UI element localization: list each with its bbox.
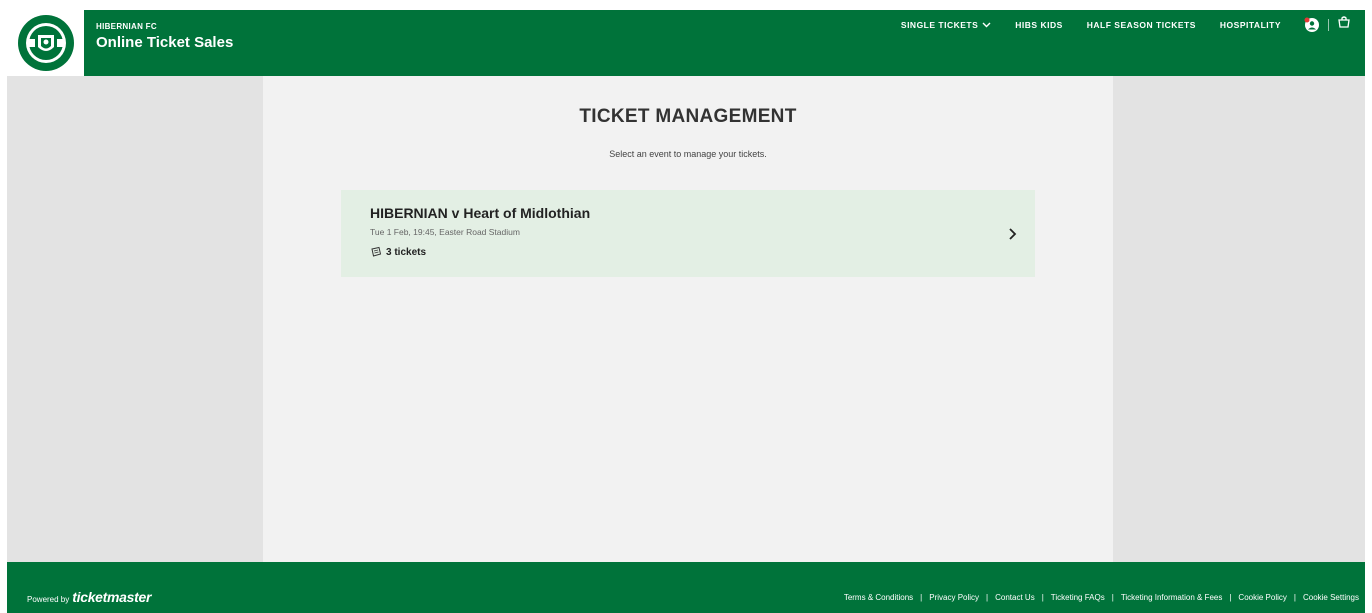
footer-links: Terms & Conditions | Privacy Policy | Co…: [844, 593, 1359, 602]
chevron-right-icon[interactable]: [1008, 227, 1017, 246]
footer-separator: |: [1229, 593, 1232, 602]
basket-icon[interactable]: [1337, 15, 1351, 34]
nav-hibs-kids[interactable]: HIBS KIDS: [1015, 19, 1062, 31]
club-logo[interactable]: [7, 10, 84, 76]
event-ticket-count: 3 tickets: [370, 246, 426, 258]
brand-site-title[interactable]: Online Ticket Sales: [96, 34, 233, 52]
footer-link-cookie-policy[interactable]: Cookie Policy: [1238, 593, 1286, 602]
basket-glyph-icon: [1338, 16, 1350, 28]
nav-single-tickets-label: SINGLE TICKETS: [900, 20, 979, 30]
nav-hospitality-label: HOSPITALITY: [1219, 20, 1281, 30]
footer-link-cookie-settings[interactable]: Cookie Settings: [1303, 593, 1359, 602]
page-subtitle: Select an event to manage your tickets.: [609, 149, 767, 159]
user-icon[interactable]: [1304, 17, 1320, 33]
footer-separator: |: [1041, 593, 1044, 602]
footer-link-faqs[interactable]: Ticketing FAQs: [1051, 593, 1105, 602]
ticket-count-label: 3 tickets: [386, 246, 427, 258]
icon-divider: [1328, 18, 1329, 31]
footer-link-contact[interactable]: Contact Us: [995, 593, 1035, 602]
event-details: Tue 1 Feb, 19:45, Easter Road Stadium: [370, 227, 520, 237]
page-title: TICKET MANAGEMENT: [579, 106, 797, 127]
nav-half-season-label: HALF SEASON TICKETS: [1086, 20, 1196, 30]
chevron-right-glyph-icon: [1009, 228, 1017, 240]
footer-link-terms[interactable]: Terms & Conditions: [844, 593, 913, 602]
brand-block: HIBERNIAN FC Online Ticket Sales: [96, 22, 233, 52]
nav-hospitality[interactable]: HOSPITALITY: [1220, 19, 1281, 31]
powered-by-label: Powered by: [27, 595, 70, 604]
event-name: HIBERNIAN v Heart of Midlothian: [370, 205, 591, 221]
footer-separator: |: [1293, 593, 1296, 602]
chevron-down-icon: [982, 22, 991, 28]
main-content: TICKET MANAGEMENT Select an event to man…: [263, 76, 1113, 562]
main-nav: SINGLE TICKETS HIBS KIDS HALF SEASON TIC…: [901, 19, 1281, 31]
footer-link-info-fees[interactable]: Ticketing Information & Fees: [1121, 593, 1223, 602]
event-card[interactable]: HIBERNIAN v Heart of Midlothian Tue 1 Fe…: [341, 190, 1035, 277]
footer-separator: |: [986, 593, 989, 602]
user-avatar-icon: [1304, 17, 1319, 32]
brand-club-name: HIBERNIAN FC: [96, 22, 157, 31]
footer-separator: |: [920, 593, 923, 602]
ticketmaster-logo: ticketmaster: [72, 589, 152, 605]
header-icons: [1304, 15, 1351, 34]
ticket-icon: [371, 246, 382, 257]
site-footer: Powered by ticketmaster Terms & Conditio…: [7, 562, 1365, 613]
nav-hibs-kids-label: HIBS KIDS: [1015, 20, 1063, 30]
nav-half-season-tickets[interactable]: HALF SEASON TICKETS: [1087, 19, 1196, 31]
powered-by[interactable]: Powered by ticketmaster: [27, 589, 151, 605]
footer-separator: |: [1111, 593, 1114, 602]
club-crest-icon: [17, 15, 74, 71]
app-frame: HIBERNIAN FC Online Ticket Sales SINGLE …: [7, 10, 1365, 613]
footer-link-privacy[interactable]: Privacy Policy: [929, 593, 979, 602]
nav-single-tickets[interactable]: SINGLE TICKETS: [901, 19, 991, 31]
site-header: HIBERNIAN FC Online Ticket Sales SINGLE …: [7, 10, 1365, 76]
